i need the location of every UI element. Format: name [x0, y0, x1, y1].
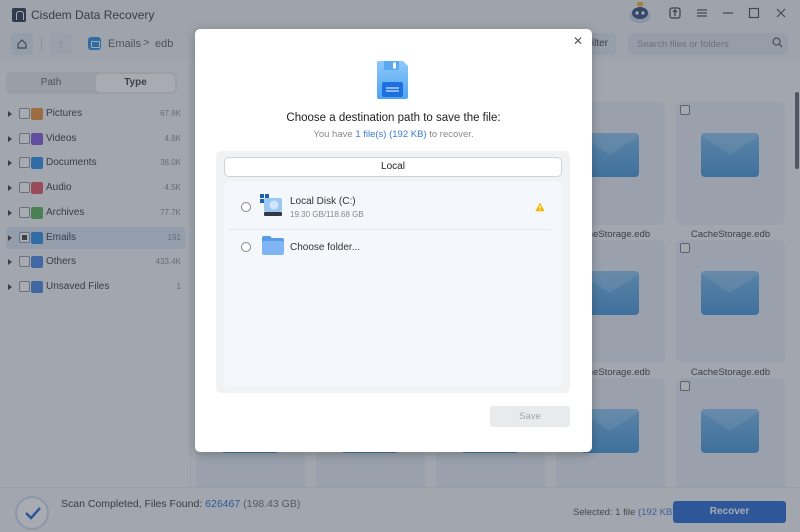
subtitle-prefix: You have — [313, 129, 356, 140]
local-disk-radio[interactable] — [241, 202, 251, 212]
choose-folder-radio[interactable] — [241, 242, 251, 252]
local-disk-size: 19.30 GB/118.68 GB — [290, 210, 364, 219]
dialog-subtitle: You have 1 file(s) (192 KB) to recover. — [195, 129, 592, 140]
destination-choose-folder[interactable]: Choose folder... — [224, 229, 562, 273]
local-disk-icon — [260, 194, 282, 216]
warning-icon — [535, 202, 545, 212]
subtitle-file-count: 1 file(s) (192 KB) — [355, 129, 427, 140]
destination-list: Local Disk (C:) 19.30 GB/118.68 GB Choos… — [224, 182, 562, 386]
save-destination-dialog: ✕ Choose a destination path to save the … — [195, 29, 592, 452]
subtitle-suffix: to recover. — [426, 129, 474, 140]
save-button[interactable]: Save — [490, 406, 570, 427]
local-disk-name: Local Disk (C:) — [290, 196, 356, 207]
choose-folder-label: Choose folder... — [290, 242, 361, 253]
dialog-close-icon[interactable]: ✕ — [572, 35, 584, 47]
folder-icon — [262, 236, 284, 255]
tab-local[interactable]: Local — [224, 157, 562, 177]
floppy-disk-icon — [377, 61, 408, 99]
destination-local-disk[interactable]: Local Disk (C:) 19.30 GB/118.68 GB — [224, 184, 562, 230]
dialog-title: Choose a destination path to save the fi… — [286, 112, 501, 124]
destination-panel: Local Local Disk (C:) 19.30 GB/118.68 GB — [216, 151, 570, 393]
